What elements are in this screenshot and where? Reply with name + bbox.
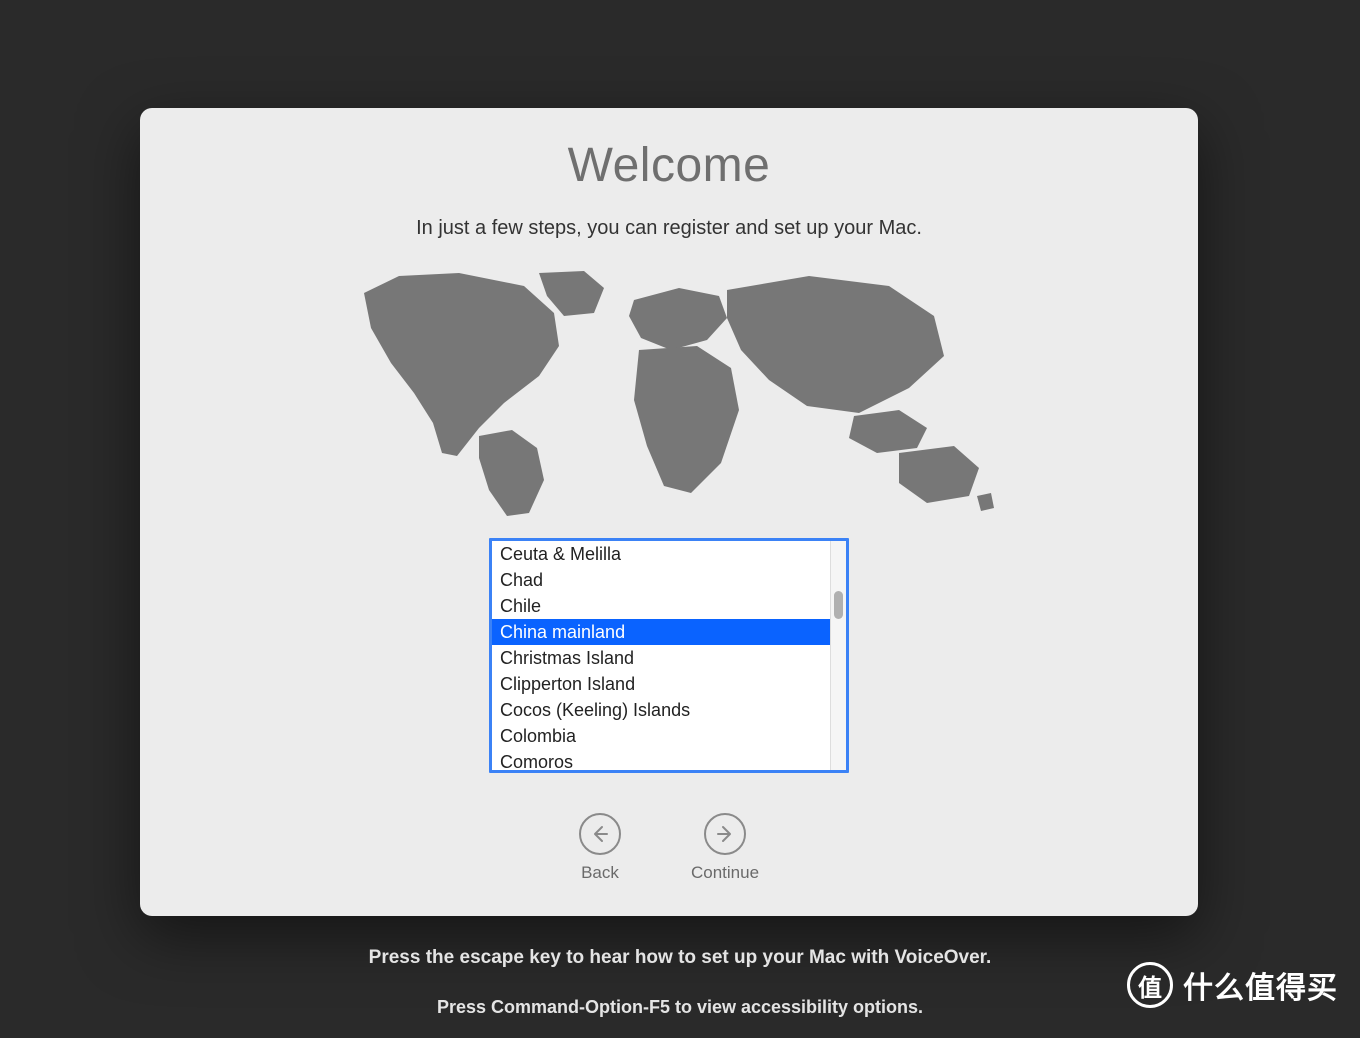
scrollbar-thumb[interactable] xyxy=(834,591,843,619)
scrollbar-track[interactable] xyxy=(830,541,846,770)
setup-assistant-window: Welcome In just a few steps, you can reg… xyxy=(140,108,1198,916)
page-subtitle: In just a few steps, you can register an… xyxy=(416,217,922,240)
list-item[interactable]: Chad xyxy=(492,567,830,593)
nav-row: Back Continue xyxy=(579,813,759,883)
list-item[interactable]: Colombia xyxy=(492,723,830,749)
continue-button[interactable]: Continue xyxy=(691,813,759,883)
watermark: 值 什么值得买 xyxy=(1127,962,1338,1008)
country-listbox[interactable]: Ceuta & MelillaChadChileChina mainlandCh… xyxy=(489,538,849,773)
country-list-scroll[interactable]: Ceuta & MelillaChadChileChina mainlandCh… xyxy=(492,541,830,770)
list-item[interactable]: China mainland xyxy=(492,619,830,645)
arrow-left-icon xyxy=(579,813,621,855)
arrow-right-icon xyxy=(704,813,746,855)
list-item[interactable]: Christmas Island xyxy=(492,645,830,671)
list-item[interactable]: Cocos (Keeling) Islands xyxy=(492,697,830,723)
watermark-text: 什么值得买 xyxy=(1183,963,1338,1007)
list-item[interactable]: Comoros xyxy=(492,749,830,770)
world-map-icon xyxy=(329,268,1009,518)
back-label: Back xyxy=(581,863,619,883)
continue-label: Continue xyxy=(691,863,759,883)
list-item[interactable]: Chile xyxy=(492,593,830,619)
page-title: Welcome xyxy=(568,138,771,193)
list-item[interactable]: Clipperton Island xyxy=(492,671,830,697)
watermark-badge-icon: 值 xyxy=(1127,962,1173,1008)
list-item[interactable]: Ceuta & Melilla xyxy=(492,541,830,567)
back-button[interactable]: Back xyxy=(579,813,621,883)
